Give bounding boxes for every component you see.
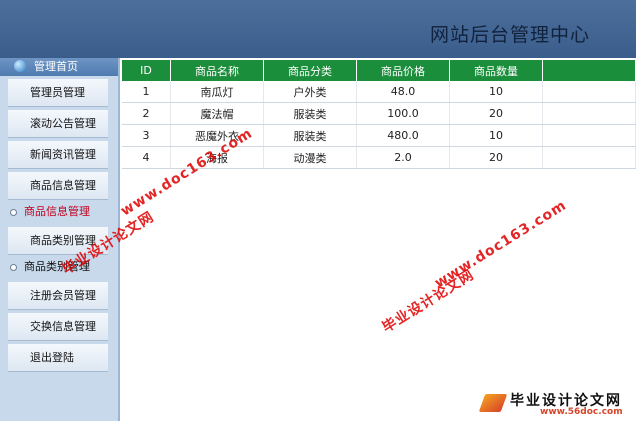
sidebar-home[interactable]: 管理首页 — [0, 58, 118, 76]
subnav-product-info[interactable]: 商品信息管理 — [0, 200, 118, 224]
column-header-price: 商品价格 — [356, 60, 450, 81]
cell-quantity: 20 — [449, 146, 543, 169]
site-logo: 毕业设计论文网 www.56doc.com — [478, 388, 636, 421]
cell-id: 3 — [122, 124, 171, 147]
cell-price: 2.0 — [356, 146, 450, 169]
cell-extra — [542, 81, 636, 103]
nav-admin-manage[interactable]: 管理员管理 — [8, 79, 108, 107]
cell-quantity: 10 — [449, 81, 543, 103]
nav-product-info-manage[interactable]: 商品信息管理 — [8, 172, 108, 200]
logo-url: www.56doc.com — [540, 407, 623, 417]
logo-icon — [478, 394, 508, 412]
cell-quantity: 10 — [449, 124, 543, 147]
cell-name: 魔法帽 — [170, 102, 264, 125]
column-header-id: ID — [122, 60, 171, 81]
globe-icon — [14, 60, 26, 72]
bullet-icon — [10, 209, 17, 216]
cell-category: 服装类 — [263, 124, 357, 147]
cell-price: 100.0 — [356, 102, 450, 125]
cell-id: 4 — [122, 146, 171, 169]
table-row[interactable]: 3 恶魔外衣 服装类 480.0 10 — [122, 124, 636, 147]
table-row[interactable]: 1 南瓜灯 户外类 48.0 10 — [122, 81, 636, 103]
cell-category: 户外类 — [263, 81, 357, 103]
subnav-product-info-label: 商品信息管理 — [24, 205, 90, 218]
column-header-name: 商品名称 — [170, 60, 264, 81]
cell-extra — [542, 146, 636, 169]
cell-extra — [542, 124, 636, 147]
product-table: ID 商品名称 商品分类 商品价格 商品数量 1 南瓜灯 户外类 48.0 10… — [122, 60, 636, 169]
cell-quantity: 20 — [449, 102, 543, 125]
nav-member-manage[interactable]: 注册会员管理 — [8, 282, 108, 310]
header-banner: 网站后台管理中心 — [0, 0, 636, 58]
bullet-icon — [10, 264, 17, 271]
cell-category: 服装类 — [263, 102, 357, 125]
cell-price: 480.0 — [356, 124, 450, 147]
cell-extra — [542, 102, 636, 125]
nav-exchange-manage[interactable]: 交换信息管理 — [8, 313, 108, 341]
product-table-container: ID 商品名称 商品分类 商品价格 商品数量 1 南瓜灯 户外类 48.0 10… — [122, 60, 636, 169]
cell-price: 48.0 — [356, 81, 450, 103]
cell-category: 动漫类 — [263, 146, 357, 169]
nav-logout[interactable]: 退出登陆 — [8, 344, 108, 372]
column-header-category: 商品分类 — [263, 60, 357, 81]
cell-id: 2 — [122, 102, 171, 125]
cell-id: 1 — [122, 81, 171, 103]
cell-name: 南瓜灯 — [170, 81, 264, 103]
table-row[interactable]: 2 魔法帽 服装类 100.0 20 — [122, 102, 636, 125]
column-header-extra — [542, 60, 636, 81]
sidebar-home-label: 管理首页 — [34, 60, 78, 73]
table-header-row: ID 商品名称 商品分类 商品价格 商品数量 — [122, 60, 636, 81]
nav-announcement-manage[interactable]: 滚动公告管理 — [8, 110, 108, 138]
column-header-quantity: 商品数量 — [449, 60, 543, 81]
nav-news-manage[interactable]: 新闻资讯管理 — [8, 141, 108, 169]
page-title: 网站后台管理中心 — [429, 24, 590, 46]
watermark-url: www.doc163.com — [432, 197, 570, 292]
